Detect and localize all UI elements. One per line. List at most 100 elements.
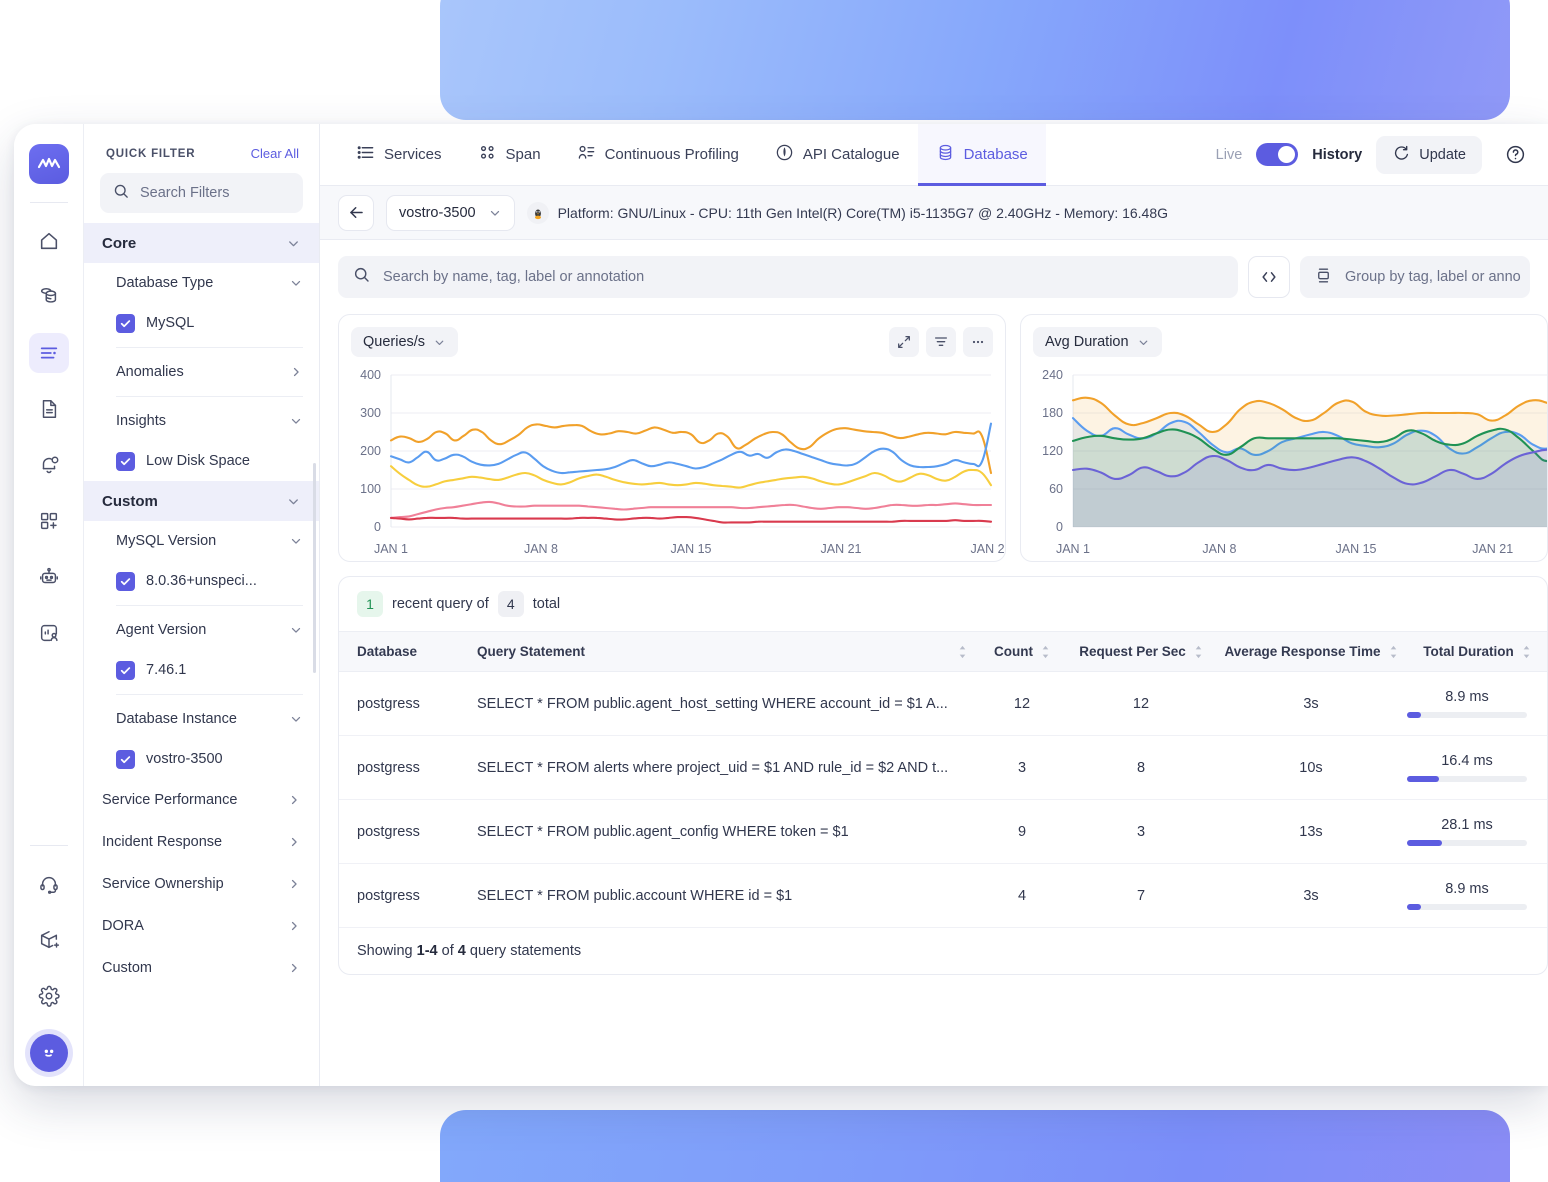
filter-leaf-custom[interactable]: Custom <box>84 947 319 989</box>
sidebar-item-alerts[interactable] <box>29 445 69 485</box>
table-row[interactable]: postgressSELECT * FROM public.agent_conf… <box>339 800 1547 864</box>
cell-rps: 3 <box>1067 800 1215 864</box>
chevron-down-icon <box>289 534 303 548</box>
clear-all-button[interactable]: Clear All <box>251 146 299 161</box>
table-row[interactable]: postgressSELECT * FROM public.account WH… <box>339 864 1547 928</box>
sidebar-item-support[interactable] <box>29 864 69 904</box>
tab-api-catalogue[interactable]: API Catalogue <box>757 124 918 186</box>
filter-sub-anomalies[interactable]: Anomalies <box>84 352 319 392</box>
tab-database[interactable]: Database <box>918 124 1046 186</box>
sort-icon[interactable] <box>1041 645 1050 659</box>
queries-metric-select[interactable]: Queries/s <box>351 327 458 357</box>
decorative-gradient-bottom <box>440 1110 1510 1182</box>
sidebar-item-stack[interactable] <box>29 277 69 317</box>
svg-text:JAN 1: JAN 1 <box>374 542 408 556</box>
duration-metric-select[interactable]: Avg Duration <box>1033 327 1162 357</box>
filter-leaf-service-performance[interactable]: Service Performance <box>84 779 319 821</box>
tab-services[interactable]: Services <box>338 124 460 186</box>
chevron-down-icon <box>488 206 502 220</box>
tab-span[interactable]: Span <box>460 124 559 186</box>
sort-icon[interactable] <box>1522 645 1531 659</box>
sort-icon[interactable] <box>1194 645 1203 659</box>
app-window: QUICK FILTER Clear All Core Database Typ <box>14 124 1548 1086</box>
cell-total-duration: 16.4 ms <box>1407 736 1547 800</box>
svg-text:200: 200 <box>360 444 381 458</box>
back-button[interactable] <box>338 195 374 231</box>
filter-option-database-instance[interactable]: vostro-3500 <box>84 739 319 779</box>
search-filters-input[interactable] <box>140 185 291 201</box>
column-request-per-sec[interactable]: Request Per Sec <box>1067 632 1215 672</box>
column-database-label: Database <box>357 644 417 659</box>
filter-option-low-disk-space-label: Low Disk Space <box>146 453 250 469</box>
sidebar-item-user-insights[interactable] <box>29 613 69 653</box>
table-row[interactable]: postgressSELECT * FROM public.agent_host… <box>339 672 1547 736</box>
tab-continuous-profiling[interactable]: Continuous Profiling <box>559 124 757 186</box>
column-average-response-time[interactable]: Average Response Time <box>1215 632 1407 672</box>
recent-count-badge: 1 <box>357 591 383 617</box>
filter-option-mysql[interactable]: MySQL <box>84 303 319 343</box>
search-input[interactable] <box>383 269 1224 285</box>
checkbox-checked-icon[interactable] <box>116 572 135 591</box>
column-count-label: Count <box>994 644 1033 659</box>
sidebar-item-filters[interactable] <box>29 333 69 373</box>
filter-sub-mysql-version[interactable]: MySQL Version <box>84 521 319 561</box>
footer-suffix: query statements <box>470 943 581 959</box>
filter-sub-insights[interactable]: Insights <box>84 401 319 441</box>
filter-sub-database-instance[interactable]: Database Instance <box>84 699 319 739</box>
sidebar-item-reports[interactable] <box>29 389 69 429</box>
code-brackets-icon[interactable] <box>1248 256 1290 298</box>
top-tab-bar: Services Span Continuous Profiling <box>320 124 1548 186</box>
quick-filter-scrollbar[interactable] <box>313 463 316 673</box>
filter-option-mysql-label: MySQL <box>146 315 194 331</box>
search-row: Group by tag, label or anno <box>320 240 1548 304</box>
filter-icon[interactable] <box>926 327 956 357</box>
filter-group-core[interactable]: Core <box>84 223 319 263</box>
checkbox-checked-icon[interactable] <box>116 750 135 769</box>
divider <box>116 396 303 397</box>
logo-mark[interactable] <box>29 144 69 184</box>
sidebar-item-settings[interactable] <box>29 976 69 1016</box>
group-by-field[interactable]: Group by tag, label or anno <box>1300 256 1530 298</box>
filter-sub-database-type[interactable]: Database Type <box>84 263 319 303</box>
live-history-toggle[interactable] <box>1256 143 1298 166</box>
more-icon[interactable] <box>963 327 993 357</box>
filter-option-mysql-version[interactable]: 8.0.36+unspeci... <box>84 561 319 601</box>
column-database: Database <box>339 632 477 672</box>
filter-group-custom[interactable]: Custom <box>84 481 319 521</box>
sidebar-item-packages[interactable] <box>29 920 69 960</box>
sidebar-item-home[interactable] <box>29 221 69 261</box>
sort-icon[interactable] <box>958 645 967 659</box>
expand-icon[interactable] <box>889 327 919 357</box>
filter-leaf-service-ownership[interactable]: Service Ownership <box>84 863 319 905</box>
column-total-duration[interactable]: Total Duration <box>1407 632 1547 672</box>
search-field[interactable] <box>338 256 1238 298</box>
filter-sub-agent-version[interactable]: Agent Version <box>84 610 319 650</box>
help-circle-icon[interactable] <box>1496 136 1534 174</box>
column-query-statement[interactable]: Query Statement <box>477 632 977 672</box>
chevron-down-icon <box>286 494 301 509</box>
icon-rail <box>14 124 84 1086</box>
svg-text:JAN 8: JAN 8 <box>524 542 558 556</box>
svg-text:0: 0 <box>374 520 381 534</box>
sort-icon[interactable] <box>1389 645 1398 659</box>
avatar[interactable] <box>30 1034 68 1072</box>
cell-rps: 8 <box>1067 736 1215 800</box>
cell-count: 3 <box>977 736 1067 800</box>
checkbox-checked-icon[interactable] <box>116 452 135 471</box>
sidebar-item-bot[interactable] <box>29 557 69 597</box>
checkbox-checked-icon[interactable] <box>116 661 135 680</box>
svg-text:120: 120 <box>1042 444 1063 458</box>
table-row[interactable]: postgressSELECT * FROM alerts where proj… <box>339 736 1547 800</box>
sidebar-item-integrations[interactable] <box>29 501 69 541</box>
filter-option-low-disk-space[interactable]: Low Disk Space <box>84 441 319 481</box>
filter-leaf-incident-response[interactable]: Incident Response <box>84 821 319 863</box>
filter-option-agent-version[interactable]: 7.46.1 <box>84 650 319 690</box>
search-filters-field[interactable] <box>100 173 303 213</box>
live-label: Live <box>1216 147 1243 163</box>
update-button[interactable]: Update <box>1376 136 1482 174</box>
chevron-down-icon <box>289 414 303 428</box>
checkbox-checked-icon[interactable] <box>116 314 135 333</box>
instance-select[interactable]: vostro-3500 <box>386 195 515 231</box>
column-count[interactable]: Count <box>977 632 1067 672</box>
filter-leaf-dora[interactable]: DORA <box>84 905 319 947</box>
